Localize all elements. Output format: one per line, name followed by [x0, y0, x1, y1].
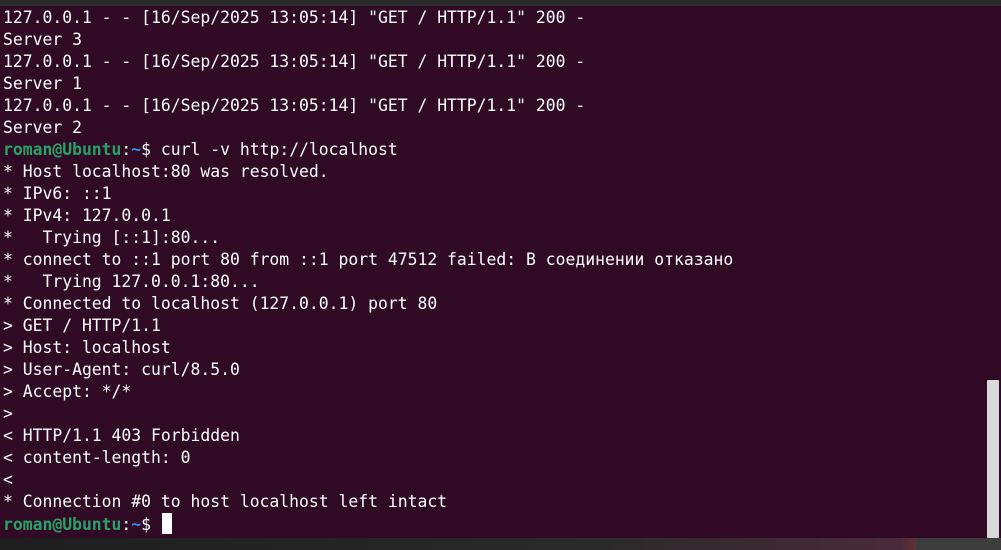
output-text: Server 3 [3, 30, 82, 49]
output-text: 127.0.0.1 - - [16/Sep/2025 13:05:14] "GE… [3, 96, 586, 115]
output-text: * Host localhost:80 was resolved. [3, 162, 329, 181]
output-line: * IPv4: 127.0.0.1 [3, 205, 733, 227]
output-line: 127.0.0.1 - - [16/Sep/2025 13:05:14] "GE… [3, 51, 733, 73]
output-text: * IPv4: 127.0.0.1 [3, 206, 171, 225]
output-line: > GET / HTTP/1.1 [3, 315, 733, 337]
output-text: > Accept: */* [3, 382, 132, 401]
prompt-user: roman@Ubuntu [3, 515, 122, 534]
output-text: * Connection #0 to host localhost left i… [3, 492, 448, 511]
output-text: 127.0.0.1 - - [16/Sep/2025 13:05:14] "GE… [3, 8, 586, 27]
output-line: > [3, 403, 733, 425]
output-text: * Trying 127.0.0.1:80... [3, 272, 260, 291]
terminal-window[interactable]: 127.0.0.1 - - [16/Sep/2025 13:05:14] "GE… [0, 0, 1001, 550]
output-line: Server 1 [3, 73, 733, 95]
output-line: 127.0.0.1 - - [16/Sep/2025 13:05:14] "GE… [3, 7, 733, 29]
output-text: Server 1 [3, 74, 82, 93]
output-text: > GET / HTTP/1.1 [3, 316, 161, 335]
output-text: * Connected to localhost (127.0.0.1) por… [3, 294, 438, 313]
output-text: < [3, 470, 13, 489]
output-text: > Host: localhost [3, 338, 171, 357]
prompt-line: roman@Ubuntu:~$ curl -v http://localhost [3, 139, 733, 161]
output-line: < HTTP/1.1 403 Forbidden [3, 425, 733, 447]
window-top-edge [0, 0, 1001, 6]
output-line: > Accept: */* [3, 381, 733, 403]
output-text: * connect to ::1 port 80 from ::1 port 4… [3, 250, 734, 269]
scrollbar-thumb[interactable] [987, 380, 999, 538]
output-text: < content-length: 0 [3, 448, 191, 467]
prompt-line: roman@Ubuntu:~$ [3, 513, 733, 535]
output-line: Server 2 [3, 117, 733, 139]
output-line: * Connection #0 to host localhost left i… [3, 491, 733, 513]
prompt-separator: : [121, 515, 132, 534]
output-line: Server 3 [3, 29, 733, 51]
output-line: * Trying [::1]:80... [3, 227, 733, 249]
output-text: 127.0.0.1 - - [16/Sep/2025 13:05:14] "GE… [3, 52, 586, 71]
prompt-path: ~ [131, 140, 142, 159]
text-cursor [161, 513, 172, 534]
output-text: Server 2 [3, 118, 82, 137]
prompt-separator: : [121, 140, 132, 159]
output-line: * Connected to localhost (127.0.0.1) por… [3, 293, 733, 315]
output-text: > [3, 404, 13, 423]
command-text: curl -v http://localhost [160, 140, 398, 159]
output-line: < [3, 469, 733, 491]
terminal-output[interactable]: 127.0.0.1 - - [16/Sep/2025 13:05:14] "GE… [3, 7, 733, 535]
output-line: > User-Agent: curl/8.5.0 [3, 359, 733, 381]
output-text: * IPv6: ::1 [3, 184, 112, 203]
output-line: * Host localhost:80 was resolved. [3, 161, 733, 183]
output-line: > Host: localhost [3, 337, 733, 359]
prompt-path: ~ [131, 515, 142, 534]
prompt-user: roman@Ubuntu [3, 140, 122, 159]
output-line: 127.0.0.1 - - [16/Sep/2025 13:05:14] "GE… [3, 95, 733, 117]
output-line: < content-length: 0 [3, 447, 733, 469]
output-text: * Trying [::1]:80... [3, 228, 221, 247]
output-text: < HTTP/1.1 403 Forbidden [3, 426, 240, 445]
desktop-bottom-edge [0, 538, 1001, 550]
desktop-panel-edge [916, 538, 1001, 550]
output-line: * connect to ::1 port 80 from ::1 port 4… [3, 249, 733, 271]
output-line: * IPv6: ::1 [3, 183, 733, 205]
prompt-symbol: $ [141, 515, 161, 534]
output-text: > User-Agent: curl/8.5.0 [3, 360, 240, 379]
prompt-symbol: $ [141, 140, 161, 159]
output-line: * Trying 127.0.0.1:80... [3, 271, 733, 293]
